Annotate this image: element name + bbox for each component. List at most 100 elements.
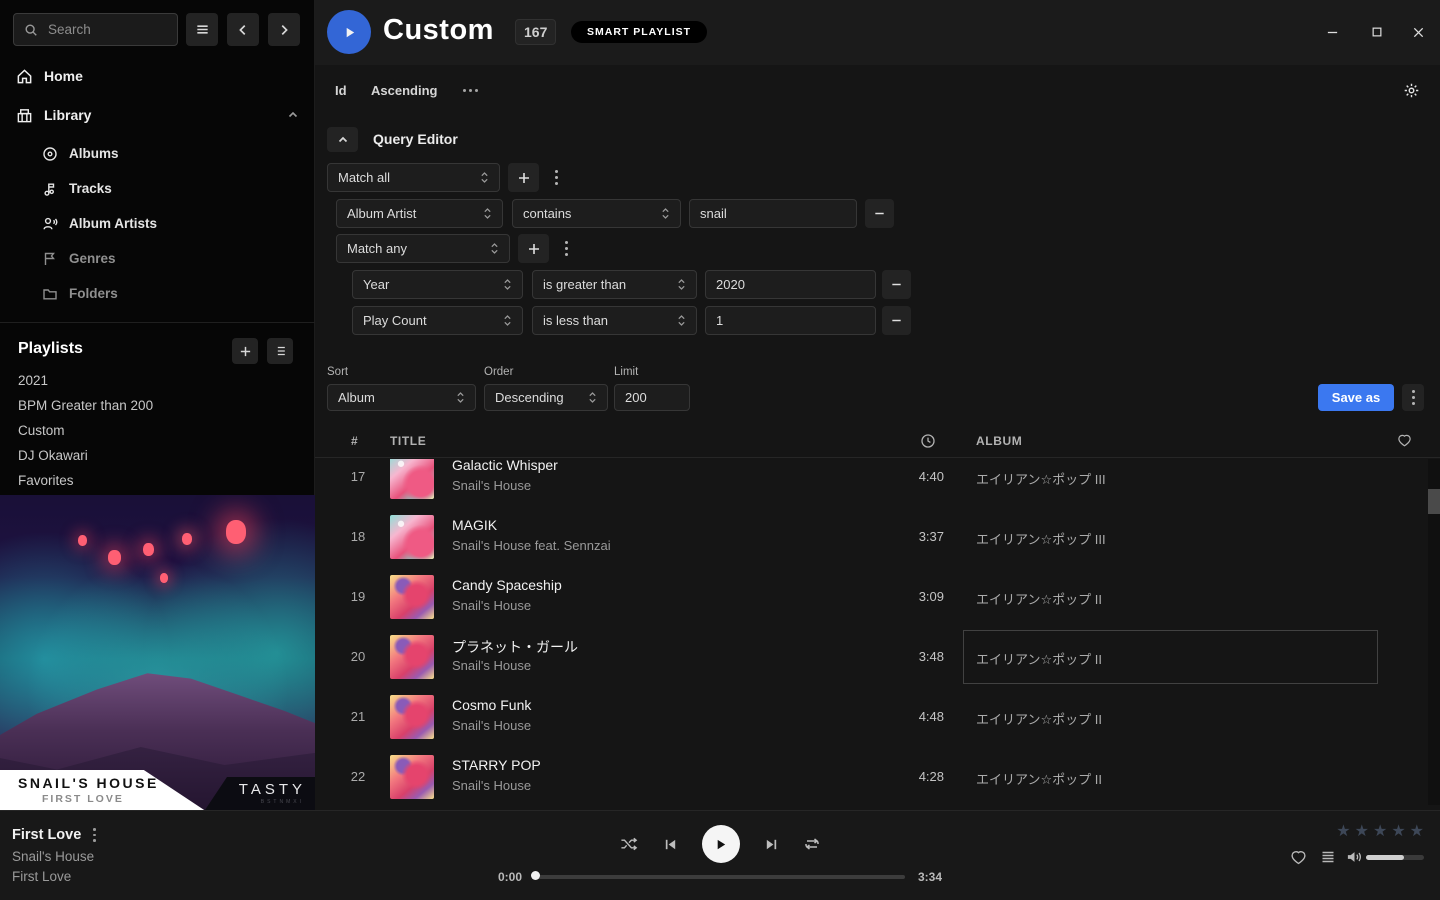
remove-rule1-button[interactable] xyxy=(865,199,894,228)
seek-handle[interactable] xyxy=(531,871,540,880)
table-row[interactable]: 20 プラネット・ガール Snail's House 3:48 エイリアン☆ポッ… xyxy=(315,627,1440,687)
column-title[interactable]: TITLE xyxy=(390,434,426,448)
remove-rule2-button[interactable] xyxy=(882,270,911,299)
shuffle-button[interactable] xyxy=(620,836,639,852)
rule1-operator-select[interactable]: contains xyxy=(512,199,681,228)
volume-icon[interactable] xyxy=(1346,849,1363,865)
add-rule-button-group1[interactable] xyxy=(508,163,539,192)
column-album[interactable]: ALBUM xyxy=(976,434,1022,448)
previous-track-button[interactable] xyxy=(663,837,678,852)
now-playing-album[interactable]: First Love xyxy=(12,869,71,884)
seek-bar[interactable] xyxy=(535,875,905,879)
more-options-button[interactable] xyxy=(463,65,478,115)
favorite-heart-button[interactable] xyxy=(1290,849,1307,866)
track-title[interactable]: Galactic Whisper xyxy=(452,459,558,473)
favorite-heart-icon[interactable] xyxy=(1397,433,1412,448)
nav-forward-button[interactable] xyxy=(268,13,300,46)
sort-select[interactable]: Album xyxy=(327,384,476,411)
sidebar-item-tracks[interactable]: Tracks xyxy=(42,176,112,201)
star-icon[interactable]: ★ xyxy=(1355,821,1369,841)
sidebar-item-home[interactable]: Home xyxy=(16,63,299,89)
star-icon[interactable]: ★ xyxy=(1336,821,1350,841)
table-row[interactable]: 19 Candy Spaceship Snail's House 3:09 エイ… xyxy=(315,567,1440,627)
rule3-field-select[interactable]: Play Count xyxy=(352,306,523,335)
collapse-chevron-icon[interactable] xyxy=(287,109,299,121)
next-track-button[interactable] xyxy=(764,837,779,852)
table-row[interactable]: 18 MAGIK Snail's House feat. Sennzai 3:3… xyxy=(315,507,1440,567)
track-cover-art[interactable] xyxy=(390,459,434,499)
sort-field-chip[interactable]: Id xyxy=(335,65,347,115)
match-type-select-group1[interactable]: Match all xyxy=(327,163,500,192)
track-artist[interactable]: Snail's House xyxy=(452,478,531,493)
limit-input[interactable]: 200 xyxy=(614,384,690,411)
track-artist[interactable]: Snail's House feat. Sennzai xyxy=(452,538,611,553)
track-album[interactable]: エイリアン☆ポップ II xyxy=(976,589,1102,608)
table-row[interactable]: 21 Cosmo Funk Snail's House 4:48 エイリアン☆ポ… xyxy=(315,687,1440,747)
star-icon[interactable]: ★ xyxy=(1373,821,1387,841)
track-title[interactable]: Candy Spaceship xyxy=(452,577,562,593)
vertical-scrollbar[interactable] xyxy=(1428,459,1440,805)
track-cover-art[interactable] xyxy=(390,515,434,559)
track-cover-art[interactable] xyxy=(390,635,434,679)
track-album[interactable]: エイリアン☆ポップ II xyxy=(976,709,1102,728)
track-artist[interactable]: Snail's House xyxy=(452,778,531,793)
playlist-item-bpm-greater-than-200[interactable]: BPM Greater than 200 xyxy=(18,398,153,415)
playlist-item-custom[interactable]: Custom xyxy=(18,423,65,440)
table-row[interactable]: 22 STARRY POP Snail's House 4:28 エイリアン☆ポ… xyxy=(315,747,1440,805)
star-icon[interactable]: ★ xyxy=(1410,821,1424,841)
rule3-value-input[interactable]: 1 xyxy=(705,306,876,335)
track-title[interactable]: プラネット・ガール xyxy=(452,637,578,657)
playlist-item-2021[interactable]: 2021 xyxy=(18,373,48,390)
scrollbar-thumb[interactable] xyxy=(1428,489,1440,514)
rule2-value-input[interactable]: 2020 xyxy=(705,270,876,299)
sidebar-item-library[interactable]: Library xyxy=(16,102,299,128)
nav-back-button[interactable] xyxy=(227,13,259,46)
search-input-container[interactable] xyxy=(13,13,178,46)
track-title[interactable]: STARRY POP xyxy=(452,757,541,773)
sidebar-item-folders[interactable]: Folders xyxy=(42,281,118,306)
rule1-value-input[interactable]: snail xyxy=(689,199,857,228)
track-cover-art[interactable] xyxy=(390,575,434,619)
match-type-select-group2[interactable]: Match any xyxy=(336,234,510,263)
remove-rule3-button[interactable] xyxy=(882,306,911,335)
duration-clock-icon[interactable] xyxy=(920,433,936,449)
playlist-item-favorites[interactable]: Favorites xyxy=(18,473,74,490)
sidebar-item-albums[interactable]: Albums xyxy=(42,141,119,166)
rule2-field-select[interactable]: Year xyxy=(352,270,523,299)
play-playlist-button[interactable] xyxy=(327,10,371,54)
track-album[interactable]: エイリアン☆ポップ III xyxy=(976,529,1106,548)
menu-button[interactable] xyxy=(186,13,218,46)
group2-options-kebab[interactable] xyxy=(558,234,574,263)
play-pause-button[interactable] xyxy=(702,825,740,863)
add-rule-button-group2[interactable] xyxy=(518,234,549,263)
volume-slider[interactable] xyxy=(1366,855,1424,860)
order-select[interactable]: Descending xyxy=(484,384,608,411)
track-artist[interactable]: Snail's House xyxy=(452,718,531,733)
rule3-operator-select[interactable]: is less than xyxy=(532,306,697,335)
rule2-operator-select[interactable]: is greater than xyxy=(532,270,697,299)
track-title[interactable]: MAGIK xyxy=(452,517,497,533)
column-index[interactable]: # xyxy=(351,434,358,448)
track-title[interactable]: Cosmo Funk xyxy=(452,697,531,713)
settings-gear-icon[interactable] xyxy=(1403,82,1420,99)
track-artist[interactable]: Snail's House xyxy=(452,598,531,613)
maximize-button[interactable] xyxy=(1369,24,1385,40)
search-input[interactable] xyxy=(46,21,167,38)
track-cover-art[interactable] xyxy=(390,695,434,739)
query-editor-collapse-button[interactable] xyxy=(327,127,358,152)
minimize-button[interactable] xyxy=(1324,24,1340,40)
star-icon[interactable]: ★ xyxy=(1391,821,1405,841)
save-options-kebab[interactable] xyxy=(1402,384,1424,411)
track-album[interactable]: エイリアン☆ポップ II xyxy=(976,769,1102,788)
sidebar-item-genres[interactable]: Genres xyxy=(42,246,116,271)
sidebar-item-album-artists[interactable]: Album Artists xyxy=(42,211,157,236)
repeat-button[interactable] xyxy=(803,836,821,852)
rule1-field-select[interactable]: Album Artist xyxy=(336,199,503,228)
queue-button[interactable] xyxy=(1320,849,1336,865)
now-playing-artwork[interactable]: SNAIL'S HOUSE FIRST LOVE TASTY BSTNMXI xyxy=(0,495,315,810)
playlist-item-dj-okawari[interactable]: DJ Okawari xyxy=(18,448,88,465)
playlist-list-view-button[interactable] xyxy=(267,338,293,364)
add-playlist-button[interactable] xyxy=(232,338,258,364)
track-artist[interactable]: Snail's House xyxy=(452,658,531,673)
table-row[interactable]: 17 Galactic Whisper Snail's House 4:40 エ… xyxy=(315,459,1440,507)
